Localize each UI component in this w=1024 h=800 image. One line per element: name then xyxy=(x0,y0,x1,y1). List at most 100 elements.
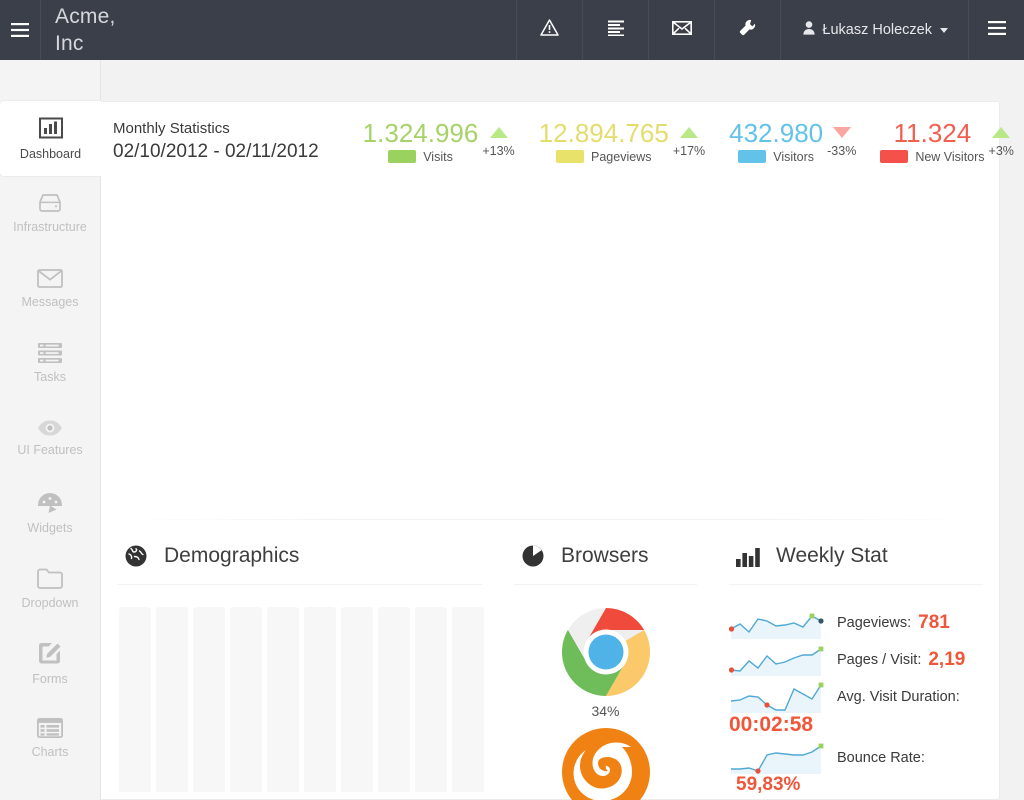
placeholder-bar xyxy=(341,607,373,792)
trend-up-icon xyxy=(489,126,508,138)
widget-title: Weekly Stat xyxy=(776,544,888,567)
globe-icon xyxy=(122,542,150,570)
weekly-row-value: 2,19 xyxy=(928,649,966,670)
kpi-delta: -33% xyxy=(827,143,857,158)
sidebar-item-label: Dropdown xyxy=(21,595,79,610)
weekly-row-pages-per-visit[interactable]: Pages / Visit: 2,19 xyxy=(729,644,985,676)
nav-settings-button[interactable] xyxy=(714,0,780,60)
dashboard-panel: Monthly Statistics 02/10/2012 - 02/11/20… xyxy=(101,101,1014,800)
widget-divider xyxy=(729,584,983,585)
nav-alerts-button[interactable] xyxy=(516,0,582,60)
widget-divider xyxy=(514,584,697,585)
sidebar-item-widgets[interactable]: Widgets xyxy=(0,476,100,551)
sidebar-item-dropdown[interactable]: Dropdown xyxy=(0,551,100,626)
statistics-title: Monthly Statistics xyxy=(113,119,230,137)
hamburger-icon xyxy=(987,20,1006,40)
weekly-row-avg-visit-duration[interactable]: Avg. Visit Duration: 00:02:58 xyxy=(729,681,985,737)
kpi-value: 432.980 xyxy=(729,117,824,148)
widget-title: Demographics xyxy=(164,544,300,567)
edit-icon xyxy=(38,641,62,665)
aside-toggle-button[interactable] xyxy=(968,0,1024,60)
gauge-icon xyxy=(37,492,63,514)
sidebar-item-label: Forms xyxy=(32,672,68,687)
sidebar-item-charts[interactable]: Charts xyxy=(0,701,100,776)
browser-percent: 34% xyxy=(591,703,620,719)
main-chart-area[interactable] xyxy=(101,179,999,519)
kpi-delta: +17% xyxy=(672,143,706,158)
widget-browsers: Browsers 34% xyxy=(498,542,713,800)
kpi-label: Visits xyxy=(423,149,453,164)
placeholder-bar xyxy=(193,607,225,792)
weekly-row-label: Avg. Visit Duration: xyxy=(837,689,960,705)
sidebar-item-forms[interactable]: Forms xyxy=(0,626,100,701)
widget-divider xyxy=(117,584,482,585)
weekly-row-pageviews[interactable]: Pageviews: 781 xyxy=(729,607,985,639)
kpi-value: 12.894.765 xyxy=(538,117,669,148)
sparkline-bounce-rate xyxy=(731,743,824,774)
weekly-row-label: Pageviews: xyxy=(837,615,912,631)
hamburger-icon xyxy=(11,23,29,37)
kpi-label: Visitors xyxy=(773,149,815,164)
eye-icon xyxy=(37,420,63,436)
placeholder-bar xyxy=(415,607,447,792)
brand-title[interactable]: Acme, Inc xyxy=(40,0,140,60)
kpi-delta: +13% xyxy=(482,143,515,158)
chrome-icon xyxy=(561,607,651,697)
page-shell: Dashboard Infrastructure Messages Tasks … xyxy=(0,60,1024,800)
sidebar-item-more[interactable] xyxy=(0,776,100,800)
nav-tasks-button[interactable] xyxy=(582,0,648,60)
sidebar-item-label: UI Features xyxy=(17,443,83,458)
main-content: Monthly Statistics 02/10/2012 - 02/11/20… xyxy=(101,60,1024,800)
sidebar-item-label: Tasks xyxy=(34,370,66,385)
user-icon xyxy=(803,21,815,39)
statistics-date-range: 02/10/2012 - 02/11/2012 xyxy=(113,140,319,162)
sidebar-item-label: Dashboard xyxy=(19,147,82,162)
placeholder-bar xyxy=(267,607,299,792)
sidebar: Dashboard Infrastructure Messages Tasks … xyxy=(0,60,101,800)
widget-demographics: Demographics xyxy=(101,542,498,800)
caret-down-icon xyxy=(940,27,948,33)
weekly-row-value: 781 xyxy=(918,612,950,633)
kpi-value: 11.324 xyxy=(893,117,972,148)
kpi-visits[interactable]: 1.324.996 Visits +13% xyxy=(353,118,529,164)
sidebar-item-label: Messages xyxy=(21,294,79,309)
weekly-row-bounce-rate[interactable]: Bounce Rate: 59,83% xyxy=(729,742,985,796)
user-menu-button[interactable]: Łukasz Holeczek xyxy=(780,0,968,60)
sidebar-item-ui-features[interactable]: UI Features xyxy=(0,401,100,476)
kpi-color-swatch xyxy=(556,150,585,163)
sidebar-toggle-button[interactable] xyxy=(0,0,40,60)
sidebar-item-label: Infrastructure xyxy=(13,220,87,235)
alert-triangle-icon xyxy=(540,19,560,41)
weekly-row-label: Bounce Rate: xyxy=(837,750,925,766)
trend-down-icon xyxy=(832,126,851,138)
sidebar-item-infrastructure[interactable]: Infrastructure xyxy=(0,176,100,251)
folder-icon xyxy=(37,568,63,589)
sidebar-item-messages[interactable]: Messages xyxy=(0,251,100,326)
kpi-delta: +3% xyxy=(988,143,1014,158)
kpi-value: 1.324.996 xyxy=(362,117,479,148)
widgets-row: Demographics Browsers 34% Weekly Stat Pa… xyxy=(101,520,999,800)
firefox-icon xyxy=(561,727,651,800)
statistics-header: Monthly Statistics 02/10/2012 - 02/11/20… xyxy=(101,102,1014,179)
browser-firefox[interactable]: 34% xyxy=(561,727,651,800)
weekly-row-value: 59,83% xyxy=(736,774,801,795)
sidebar-item-dashboard[interactable]: Dashboard xyxy=(0,101,101,176)
sidebar-item-tasks[interactable]: Tasks xyxy=(0,326,100,401)
kpi-pageviews[interactable]: 12.894.765 Pageviews +17% xyxy=(529,118,719,164)
envelope-icon xyxy=(37,268,63,288)
widget-title: Browsers xyxy=(561,544,649,567)
kpi-visitors[interactable]: 432.980 Visitors -33% xyxy=(719,118,870,164)
kpi-color-swatch xyxy=(388,150,417,163)
kpi-label: Pageviews xyxy=(591,149,652,164)
wrench-icon xyxy=(739,19,756,41)
demographics-chart-placeholder[interactable] xyxy=(115,607,484,792)
browser-chrome[interactable]: 34% xyxy=(561,607,651,719)
server-icon xyxy=(37,193,63,213)
placeholder-bar xyxy=(378,607,410,792)
kpi-new-visitors[interactable]: 11.324 New Visitors +3% xyxy=(870,118,1024,164)
placeholder-bar xyxy=(452,607,484,792)
list-icon xyxy=(38,343,62,364)
nav-messages-button[interactable] xyxy=(648,0,714,60)
user-name-label: Łukasz Holeczek xyxy=(822,22,932,38)
trend-up-icon xyxy=(679,126,698,138)
